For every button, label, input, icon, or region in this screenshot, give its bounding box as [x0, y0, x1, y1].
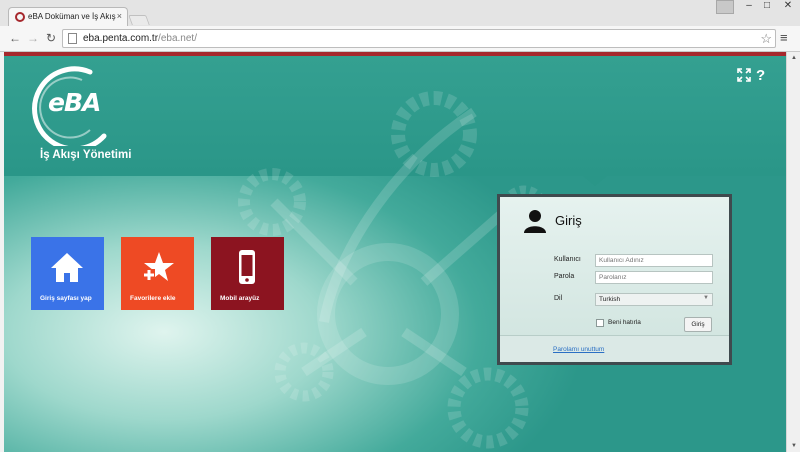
- login-button[interactable]: Giriş: [684, 317, 712, 332]
- reload-icon[interactable]: ↻: [44, 31, 58, 45]
- bookmark-star-icon[interactable]: ☆: [760, 31, 772, 47]
- remember-me-label: Beni hatırla: [608, 319, 641, 326]
- language-label: Dil: [554, 295, 563, 302]
- page-content: eBA İş Akışı Yönetimi ? Giriş sayfası ya…: [4, 52, 786, 452]
- mobile-phone-icon: [239, 250, 255, 284]
- maximize-button[interactable]: □: [758, 0, 776, 14]
- scroll-down-arrow-icon[interactable]: ▼: [787, 440, 800, 452]
- password-input[interactable]: [595, 271, 713, 284]
- language-select[interactable]: Turkish ▼: [595, 293, 713, 306]
- page-icon: [68, 33, 77, 44]
- app-title: İş Akışı Yönetimi: [40, 149, 132, 161]
- login-divider: [500, 335, 729, 336]
- page-scrollbar[interactable]: ▲ ▼: [786, 52, 800, 452]
- url-text[interactable]: eba.penta.com.tr/eba.net/: [83, 33, 197, 44]
- tab-title: eBA Doküman ve İş Akışı Y: [28, 12, 116, 21]
- user-icon: [524, 210, 546, 233]
- top-accent-bar: [4, 52, 786, 56]
- chevron-down-icon: ▼: [703, 295, 709, 301]
- minimize-button[interactable]: ‒: [740, 0, 758, 14]
- home-icon: [51, 253, 83, 282]
- forward-arrow-icon[interactable]: →: [26, 31, 40, 45]
- browser-tab[interactable]: eBA Doküman ve İş Akışı Y ×: [8, 7, 128, 26]
- back-arrow-icon[interactable]: ←: [8, 31, 22, 45]
- star-plus-icon: [143, 252, 174, 281]
- help-icon[interactable]: ?: [756, 68, 765, 84]
- login-title: Giriş: [555, 213, 582, 228]
- eba-logo: eBA: [48, 88, 101, 117]
- url-path: /eba.net/: [158, 33, 197, 44]
- login-panel: Giriş Kullanıcı Parola Dil Turkish ▼ Ben…: [497, 194, 732, 365]
- tab-close-icon[interactable]: ×: [117, 11, 122, 21]
- scroll-up-arrow-icon[interactable]: ▲: [787, 52, 800, 64]
- remember-me-checkbox[interactable]: [596, 319, 604, 327]
- username-label: Kullanıcı: [554, 256, 581, 263]
- language-value: Turkish: [599, 296, 621, 303]
- tile-favorites-label: Favorilere ekle: [130, 295, 176, 302]
- eba-favicon-icon: [15, 12, 25, 22]
- password-label: Parola: [554, 273, 575, 280]
- tile-home-page[interactable]: Giriş sayfası yap: [31, 237, 104, 310]
- tile-favorites[interactable]: Favorilere ekle: [121, 237, 194, 310]
- tile-mobile-label: Mobil arayüz: [220, 295, 260, 302]
- profile-icon[interactable]: [716, 0, 734, 14]
- browser-titlebar: eBA Doküman ve İş Akışı Y × ‒ □ ✕: [0, 0, 800, 26]
- new-tab-button[interactable]: [128, 15, 150, 25]
- close-window-button[interactable]: ✕: [776, 0, 800, 14]
- username-input[interactable]: [595, 254, 713, 267]
- url-host: eba.penta.com.tr: [83, 33, 159, 44]
- tile-mobile[interactable]: Mobil arayüz: [211, 237, 284, 310]
- browser-menu-icon[interactable]: ≡: [780, 31, 788, 45]
- address-bar[interactable]: eba.penta.com.tr/eba.net/ ☆: [62, 29, 776, 48]
- tile-home-label: Giriş sayfası yap: [40, 295, 92, 302]
- fullscreen-expand-icon[interactable]: [737, 68, 751, 82]
- browser-toolbar: ← → ↻ eba.penta.com.tr/eba.net/ ☆ ≡: [0, 26, 800, 52]
- forgot-password-link[interactable]: Parolamı unuttum: [553, 346, 604, 353]
